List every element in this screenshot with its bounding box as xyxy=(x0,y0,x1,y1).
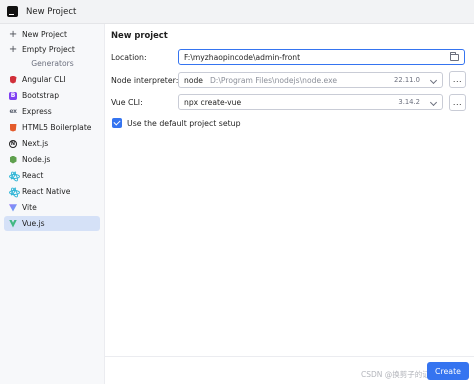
default-setup-checkbox[interactable] xyxy=(112,118,122,128)
sidebar-item-vuejs[interactable]: Vue.js xyxy=(4,216,100,231)
sidebar-item-nextjs[interactable]: N Next.js xyxy=(4,136,100,151)
sidebar-item-label: Angular CLI xyxy=(22,75,66,84)
sidebar-item-vite[interactable]: Vite xyxy=(4,200,100,215)
plus-icon: + xyxy=(8,28,18,40)
react-native-icon-wrap xyxy=(9,186,20,197)
ide-logo-icon xyxy=(7,6,18,17)
react-icon xyxy=(9,170,20,181)
vue-cli-select[interactable]: npx create-vue 3.14.2 xyxy=(178,94,443,110)
footer-divider xyxy=(105,356,474,357)
node-interpreter-path: D:\Program Files\nodejs\node.exe xyxy=(209,75,338,85)
node-interpreter-select[interactable]: node D:\Program Files\nodejs\node.exe 22… xyxy=(178,72,443,88)
react-orbit xyxy=(9,186,18,197)
angular-icon xyxy=(9,75,17,84)
sidebar-item-react[interactable]: React xyxy=(4,168,100,183)
sidebar-item-empty-project[interactable]: + Empty Project xyxy=(4,42,100,57)
sidebar-item-express[interactable]: ex Express xyxy=(4,104,100,119)
sidebar-item-label: Empty Project xyxy=(22,45,75,54)
sidebar-item-label: Vite xyxy=(22,203,37,212)
sidebar-item-label: React Native xyxy=(22,187,71,196)
sidebar-item-label: Bootstrap xyxy=(22,91,60,100)
sidebar-item-label: Next.js xyxy=(22,139,49,148)
nodejs-icon-wrap xyxy=(9,155,17,164)
sidebar-item-bootstrap[interactable]: B Bootstrap xyxy=(4,88,100,103)
form-heading: New project xyxy=(111,30,168,40)
sidebar-item-html5-boilerplate[interactable]: HTML5 Boilerplate xyxy=(4,120,100,135)
create-button[interactable]: Create xyxy=(427,362,469,380)
sidebar-item-new-project[interactable]: + New Project xyxy=(4,27,100,42)
sidebar-item-label: React xyxy=(22,171,44,180)
sidebar-item-label: Node.js xyxy=(22,155,51,164)
vuejs-icon-wrap xyxy=(9,219,17,228)
react-icon-wrap xyxy=(9,170,20,181)
express-icon: ex xyxy=(9,107,17,115)
react-native-icon xyxy=(9,186,20,197)
location-label: Location: xyxy=(111,53,147,62)
react-orbit xyxy=(9,170,18,181)
folder-icon[interactable] xyxy=(450,52,459,61)
vite-icon xyxy=(9,204,17,212)
chevron-down-icon xyxy=(429,98,438,107)
sidebar-item-label: Express xyxy=(22,107,52,116)
vue-cli-version: 3.14.2 xyxy=(398,98,420,106)
browse-vue-cli-button[interactable]: ... xyxy=(449,94,466,111)
node-interpreter-name: node xyxy=(184,75,203,85)
sidebar-item-nodejs[interactable]: Node.js xyxy=(4,152,100,167)
sidebar-item-react-native[interactable]: React Native xyxy=(4,184,100,199)
vuejs-icon xyxy=(9,219,17,228)
bootstrap-icon: B xyxy=(9,91,17,100)
html5-icon xyxy=(9,123,17,132)
html5-icon-wrap xyxy=(9,123,17,132)
sidebar-item-label: New Project xyxy=(22,30,67,39)
sidebar-item-label: Vue.js xyxy=(22,219,45,228)
browse-node-button[interactable]: ... xyxy=(449,71,466,88)
nextjs-icon: N xyxy=(9,139,17,148)
sidebar-item-label: HTML5 Boilerplate xyxy=(22,123,92,132)
bootstrap-icon-wrap: B xyxy=(9,91,17,100)
vue-cli-label: Vue CLI: xyxy=(111,98,143,107)
node-version: 22.11.0 xyxy=(394,76,420,84)
project-type-sidebar: + New Project + Empty Project Generators… xyxy=(0,24,105,384)
default-setup-label[interactable]: Use the default project setup xyxy=(127,119,241,128)
nodejs-icon xyxy=(9,155,17,164)
plus-icon: + xyxy=(8,43,18,55)
window-title: New Project xyxy=(26,7,77,17)
nextjs-icon-wrap: N xyxy=(9,139,17,148)
location-input[interactable]: F:\myzhaopincode\admin-front xyxy=(178,49,465,65)
node-interpreter-label: Node interpreter: xyxy=(111,76,179,85)
title-bar: New Project xyxy=(0,0,474,24)
sidebar-item-angular-cli[interactable]: Angular CLI xyxy=(4,72,100,87)
location-value: F:\myzhaopincode\admin-front xyxy=(184,52,301,62)
generators-section-label: Generators xyxy=(31,59,74,68)
vue-cli-value: npx create-vue xyxy=(184,97,242,107)
vite-icon-wrap xyxy=(9,204,17,212)
chevron-down-icon xyxy=(429,76,438,85)
angular-icon-wrap xyxy=(9,75,17,84)
